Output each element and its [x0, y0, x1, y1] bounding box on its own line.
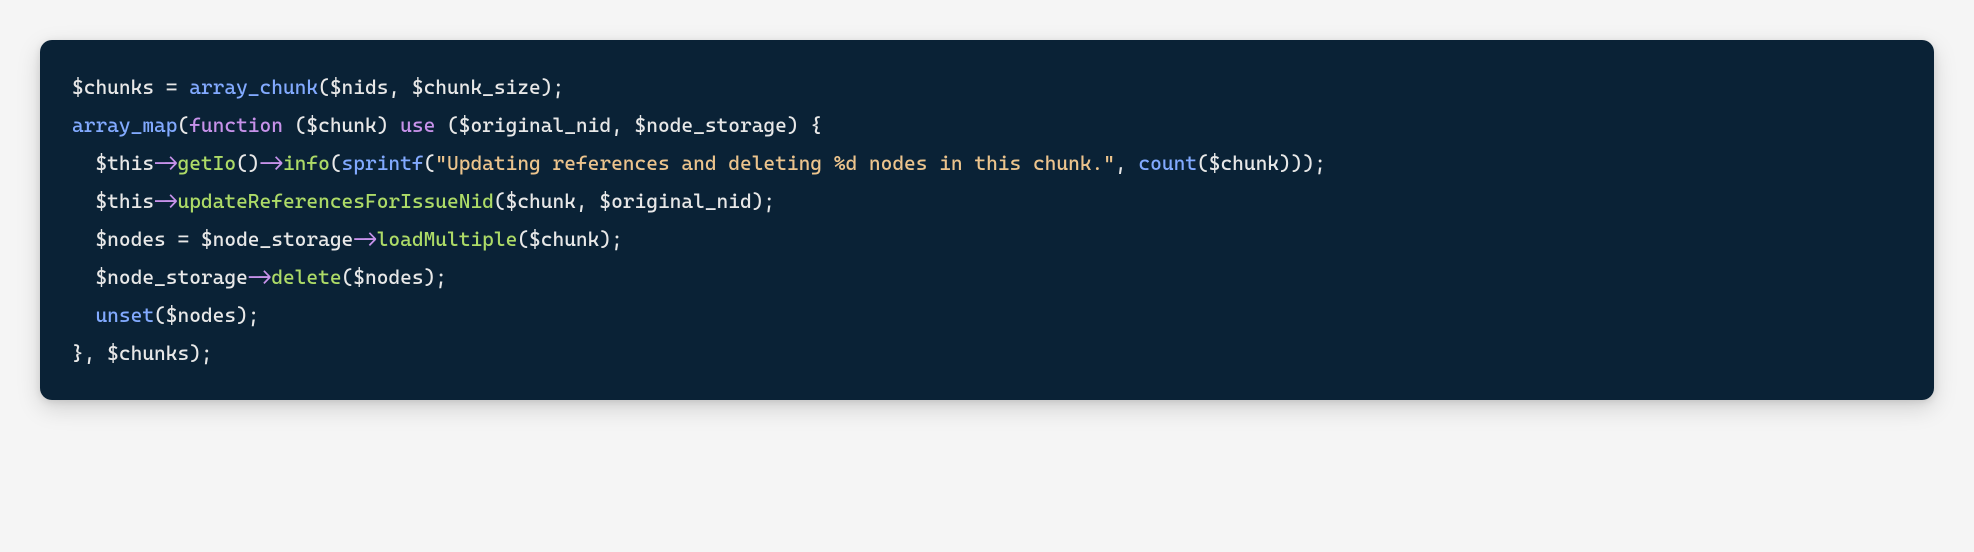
operator: -> [154, 189, 177, 213]
variable: $node_storage [95, 265, 247, 289]
method-name: getIo [177, 151, 236, 175]
operator: -> [353, 227, 376, 251]
code-line: }, $chunks); [72, 334, 1902, 372]
variable: $chunks [107, 341, 189, 365]
punctuation: ); [189, 341, 212, 365]
punctuation: ( [330, 151, 342, 175]
method-name: updateReferencesForIssueNid [177, 189, 493, 213]
punctuation: ( [517, 227, 529, 251]
method-name: info [283, 151, 330, 175]
function-name: sprintf [342, 151, 424, 175]
punctuation: ); [236, 303, 259, 327]
code-line: $node_storage->delete($nodes); [72, 258, 1902, 296]
punctuation: ); [541, 75, 564, 99]
function-name: array_map [72, 113, 177, 137]
variable: $nodes [353, 265, 423, 289]
punctuation: ( [424, 151, 436, 175]
keyword: function [189, 113, 283, 137]
punctuation: , [576, 189, 599, 213]
variable: $chunk_size [412, 75, 541, 99]
operator: = [154, 75, 189, 99]
code-line: unset($nodes); [72, 296, 1902, 334]
indent [72, 227, 95, 251]
variable: $original_nid [599, 189, 751, 213]
punctuation: , [1115, 151, 1138, 175]
operator: -> [260, 151, 283, 175]
variable: $this [95, 189, 154, 213]
indent [72, 189, 95, 213]
punctuation: ) [377, 113, 389, 137]
punctuation: () [236, 151, 259, 175]
indent [72, 303, 95, 327]
punctuation: , [388, 75, 411, 99]
variable: $original_nid [459, 113, 611, 137]
variable: $node_storage [635, 113, 787, 137]
space [283, 113, 295, 137]
punctuation: ( [177, 113, 189, 137]
variable: $nodes [166, 303, 236, 327]
variable: $node_storage [201, 227, 353, 251]
indent [72, 151, 95, 175]
variable: $this [95, 151, 154, 175]
punctuation: ); [599, 227, 622, 251]
function-name: unset [95, 303, 154, 327]
space [388, 113, 400, 137]
variable: $nids [330, 75, 389, 99]
punctuation: , [611, 113, 634, 137]
punctuation: ( [447, 113, 459, 137]
operator: = [166, 227, 201, 251]
punctuation: ))); [1279, 151, 1326, 175]
space [435, 113, 447, 137]
code-line: $this->getIo()->info(sprintf("Updating r… [72, 144, 1902, 182]
code-line: $nodes = $node_storage->loadMultiple($ch… [72, 220, 1902, 258]
variable: $chunk [506, 189, 576, 213]
punctuation: ( [295, 113, 307, 137]
string-literal: "Updating references and deleting %d nod… [435, 151, 1115, 175]
operator: -> [154, 151, 177, 175]
punctuation: { [810, 113, 822, 137]
space [799, 113, 811, 137]
variable: $chunk [529, 227, 599, 251]
variable: $chunk [306, 113, 376, 137]
punctuation: } [72, 341, 84, 365]
code-line: $this->updateReferencesForIssueNid($chun… [72, 182, 1902, 220]
method-name: delete [271, 265, 341, 289]
code-line: array_map(function ($chunk) use ($origin… [72, 106, 1902, 144]
keyword: use [400, 113, 435, 137]
function-name: array_chunk [189, 75, 318, 99]
punctuation: ( [342, 265, 354, 289]
indent [72, 265, 95, 289]
variable: $nodes [95, 227, 165, 251]
punctuation: ( [1197, 151, 1209, 175]
punctuation: ); [424, 265, 447, 289]
punctuation: ) [787, 113, 799, 137]
operator: -> [248, 265, 271, 289]
variable: $chunks [72, 75, 154, 99]
punctuation: ( [494, 189, 506, 213]
code-block: $chunks = array_chunk($nids, $chunk_size… [40, 40, 1934, 400]
punctuation: ( [318, 75, 330, 99]
method-name: loadMultiple [377, 227, 518, 251]
punctuation: , [84, 341, 107, 365]
variable: $chunk [1209, 151, 1279, 175]
punctuation: ); [752, 189, 775, 213]
punctuation: ( [154, 303, 166, 327]
code-line: $chunks = array_chunk($nids, $chunk_size… [72, 68, 1902, 106]
function-name: count [1138, 151, 1197, 175]
